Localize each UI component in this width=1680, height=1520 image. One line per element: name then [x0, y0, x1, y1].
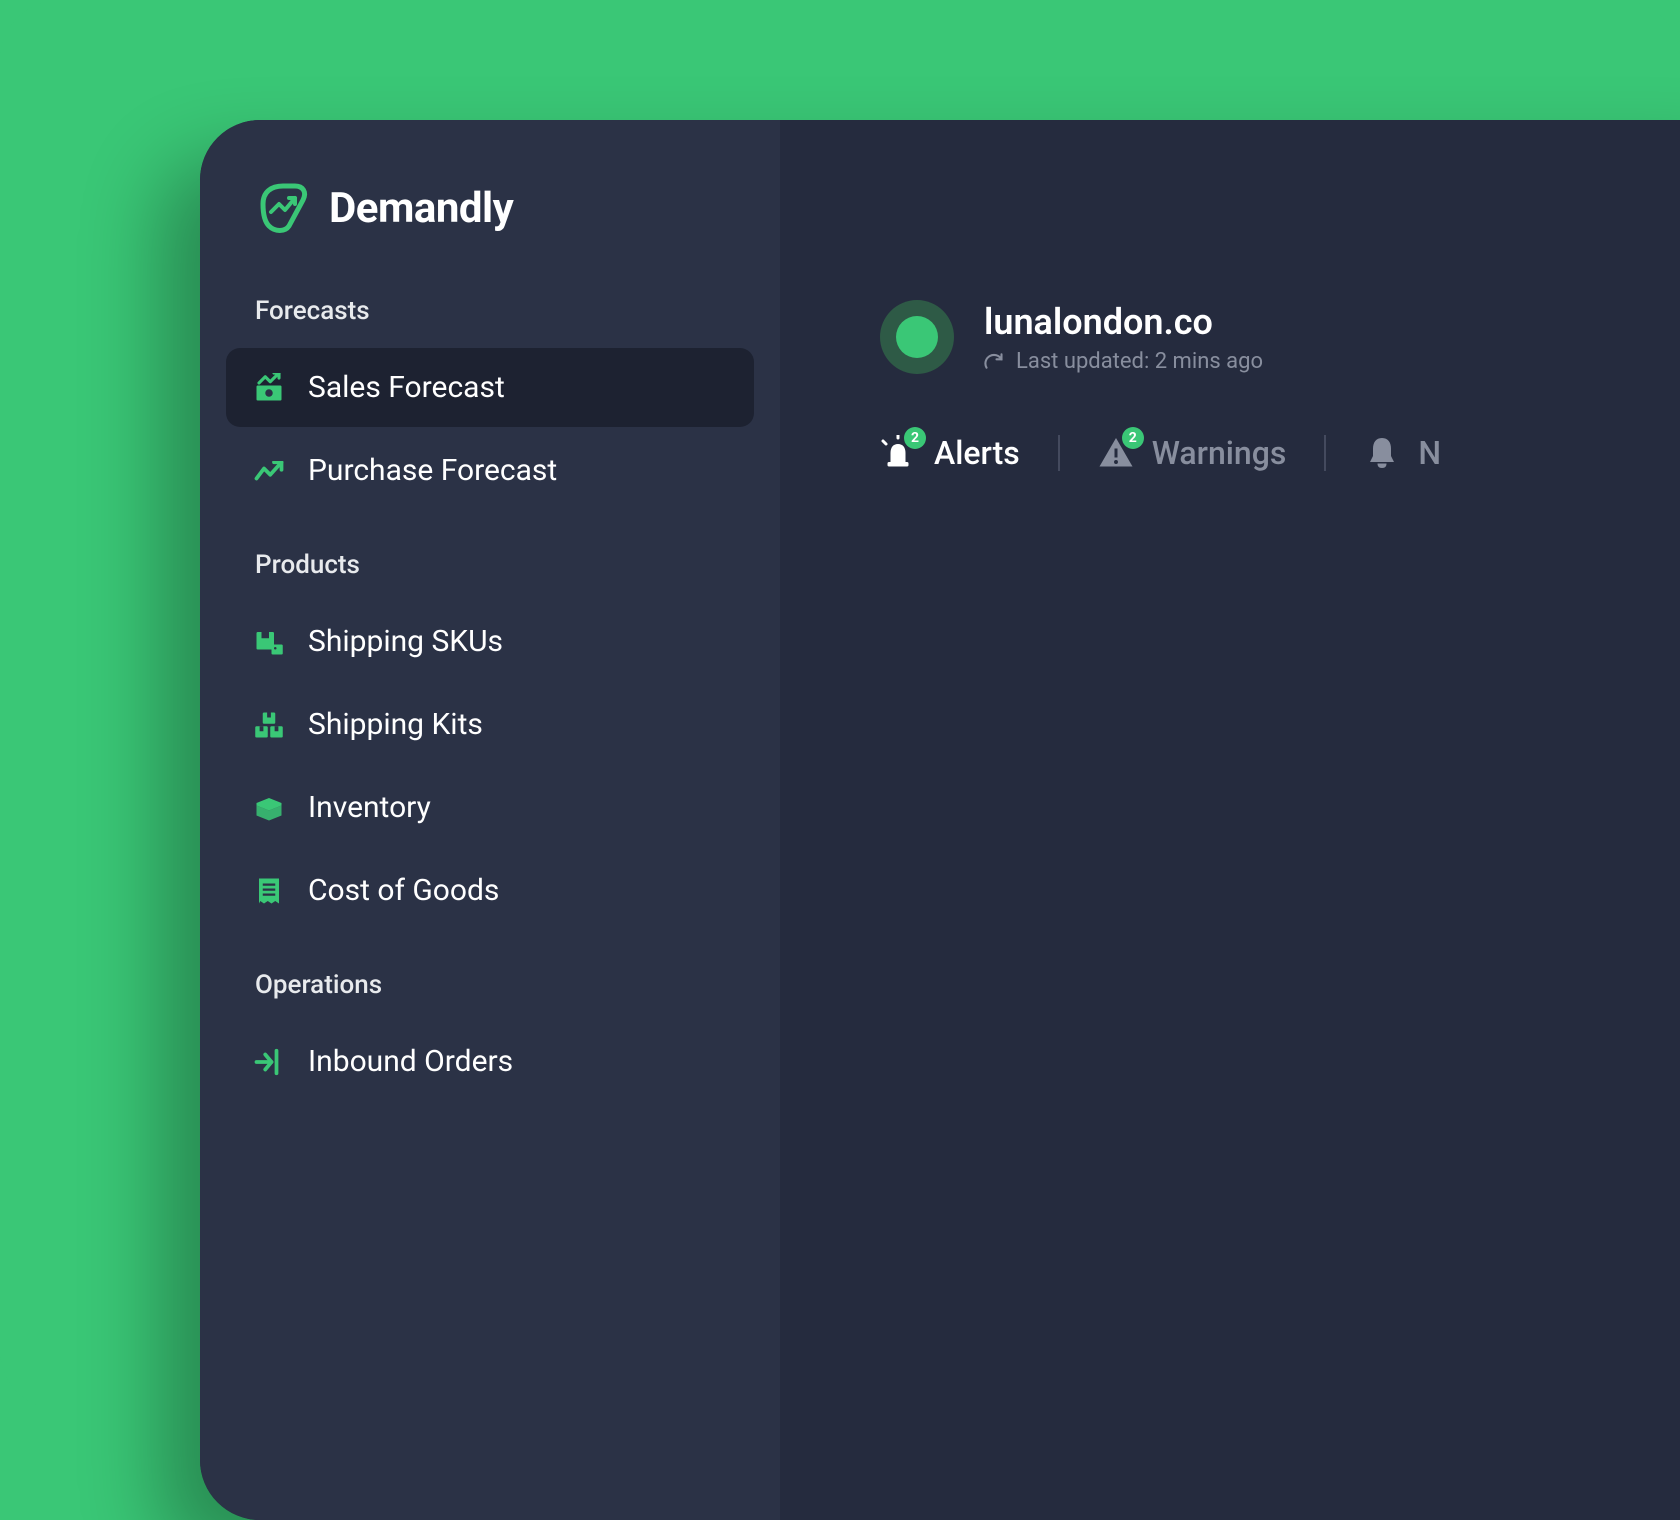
trend-up-icon [254, 456, 284, 486]
status-indicator [880, 300, 954, 374]
nav-section-forecasts: Forecasts Sales Forecast [200, 296, 780, 510]
alert-siren-icon: 2 [880, 435, 916, 471]
tab-divider [1324, 435, 1326, 471]
refresh-icon[interactable] [984, 351, 1004, 371]
site-name: lunalondon.co [984, 301, 1263, 343]
tab-label: Warnings [1152, 434, 1287, 472]
box-tag-icon [254, 627, 284, 657]
nav-item-label: Inventory [308, 790, 431, 825]
status-dot-icon [896, 316, 938, 358]
nav-item-label: Shipping SKUs [308, 624, 503, 659]
sidebar-item-shipping-skus[interactable]: Shipping SKUs [226, 602, 754, 681]
boxes-icon [254, 710, 284, 740]
site-header: lunalondon.co Last updated: 2 mins ago [880, 300, 1680, 374]
tab-label: N [1418, 434, 1441, 472]
tab-divider [1058, 435, 1060, 471]
app-window: Demandly Forecasts Sales Forecast [200, 120, 1680, 1520]
nav-item-label: Purchase Forecast [308, 453, 557, 488]
tab-badge: 2 [904, 427, 926, 449]
last-updated-row: Last updated: 2 mins ago [984, 349, 1263, 374]
tabs-row: 2 Alerts 2 Warnings [880, 434, 1680, 472]
demandly-logo-icon [255, 180, 311, 236]
nav-item-label: Cost of Goods [308, 873, 499, 908]
tab-label: Alerts [934, 434, 1020, 472]
cash-chart-icon [254, 373, 284, 403]
tab-notifications[interactable]: N [1364, 434, 1441, 472]
brand-name: Demandly [329, 184, 513, 233]
brand-logo[interactable]: Demandly [200, 180, 780, 296]
sidebar-item-sales-forecast[interactable]: Sales Forecast [226, 348, 754, 427]
sidebar-item-purchase-forecast[interactable]: Purchase Forecast [226, 431, 754, 510]
sidebar-item-inventory[interactable]: Inventory [226, 768, 754, 847]
tab-warnings[interactable]: 2 Warnings [1098, 434, 1287, 472]
nav-section-title: Forecasts [200, 296, 780, 344]
tab-alerts[interactable]: 2 Alerts [880, 434, 1020, 472]
sidebar-item-shipping-kits[interactable]: Shipping Kits [226, 685, 754, 764]
package-icon [254, 793, 284, 823]
sidebar-item-inbound-orders[interactable]: Inbound Orders [226, 1022, 754, 1101]
nav-item-label: Inbound Orders [308, 1044, 513, 1079]
nav-item-label: Sales Forecast [308, 370, 505, 405]
tab-badge: 2 [1122, 427, 1144, 449]
sidebar-item-cost-of-goods[interactable]: Cost of Goods [226, 851, 754, 930]
nav-section-products: Products Shipping SKUs [200, 550, 780, 930]
nav-section-title: Operations [200, 970, 780, 1018]
main-content: lunalondon.co Last updated: 2 mins ago [780, 120, 1680, 1520]
nav-item-label: Shipping Kits [308, 707, 483, 742]
nav-section-operations: Operations Inbound Orders [200, 970, 780, 1101]
inbound-arrow-icon [254, 1047, 284, 1077]
sidebar: Demandly Forecasts Sales Forecast [200, 120, 780, 1520]
bell-icon [1364, 435, 1400, 471]
last-updated-text: Last updated: 2 mins ago [1016, 349, 1263, 374]
receipt-icon [254, 876, 284, 906]
site-info: lunalondon.co Last updated: 2 mins ago [984, 301, 1263, 374]
warning-triangle-icon: 2 [1098, 435, 1134, 471]
nav-section-title: Products [200, 550, 780, 598]
